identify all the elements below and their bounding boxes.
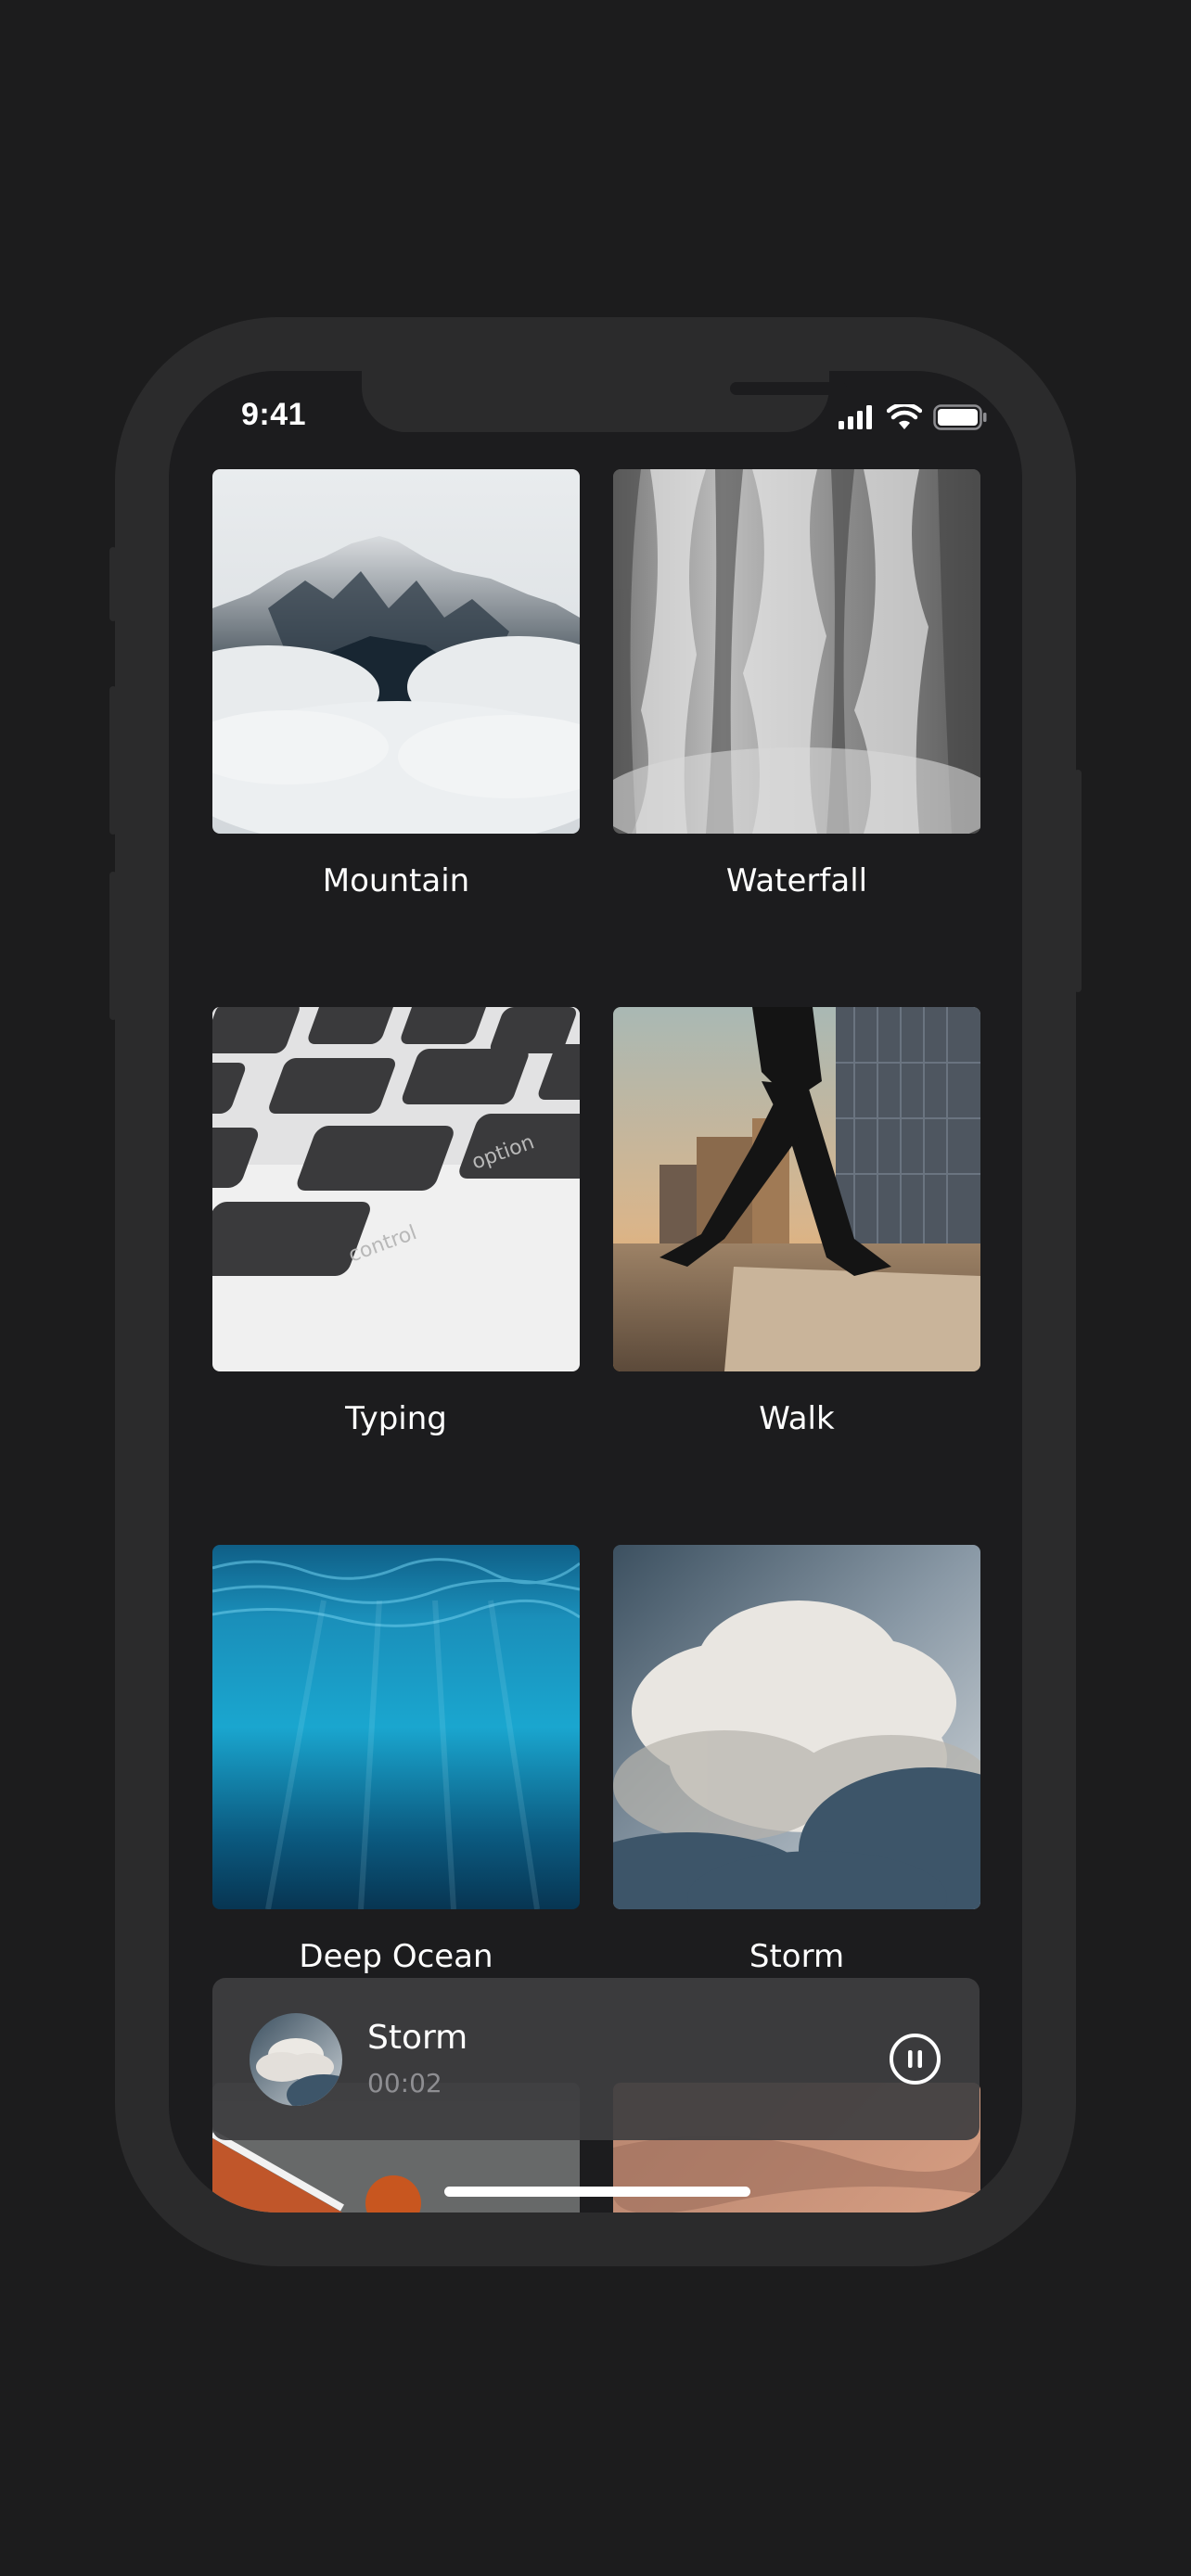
status-icons [839,404,987,430]
mountain-image [212,469,580,834]
sound-tile-waterfall[interactable] [613,469,980,834]
wifi-icon [887,404,922,429]
sound-tile-typing[interactable]: option control [212,1007,580,1371]
notch [362,371,847,432]
sound-label-walk: Walk [759,1400,835,1437]
status-time: 9:41 [241,397,307,432]
app-screen: Mountain Waterfall option control Typing… [169,371,1022,2213]
pause-button[interactable] [889,2033,941,2085]
storm-thumbnail-image [250,2013,342,2106]
typing-image: option control [212,1007,580,1371]
storm-image [613,1545,980,1909]
sound-label-waterfall: Waterfall [725,862,868,899]
now-playing-title: Storm [367,2019,468,2057]
now-playing-bar[interactable]: Storm 00:02 [212,1978,980,2140]
waterfall-image [613,469,980,834]
earpiece-speaker [730,382,847,395]
sound-label-deep-ocean: Deep Ocean [299,1938,493,1975]
home-indicator[interactable] [444,2187,750,2197]
pause-icon [890,2034,941,2085]
now-playing-elapsed: 00:02 [367,2068,442,2098]
sound-label-storm: Storm [749,1938,845,1975]
deep-ocean-image [212,1545,580,1909]
sound-label-mountain: Mountain [322,862,470,899]
battery-icon [933,404,987,430]
walk-image [613,1007,980,1371]
sound-tile-deep-ocean[interactable] [212,1545,580,1909]
now-playing-artwork [250,2013,342,2106]
cellular-signal-icon [839,405,872,429]
sound-tile-storm[interactable] [613,1545,980,1909]
sound-tile-mountain[interactable] [212,469,580,834]
sound-label-typing: Typing [345,1400,447,1437]
sound-tile-walk[interactable] [613,1007,980,1371]
